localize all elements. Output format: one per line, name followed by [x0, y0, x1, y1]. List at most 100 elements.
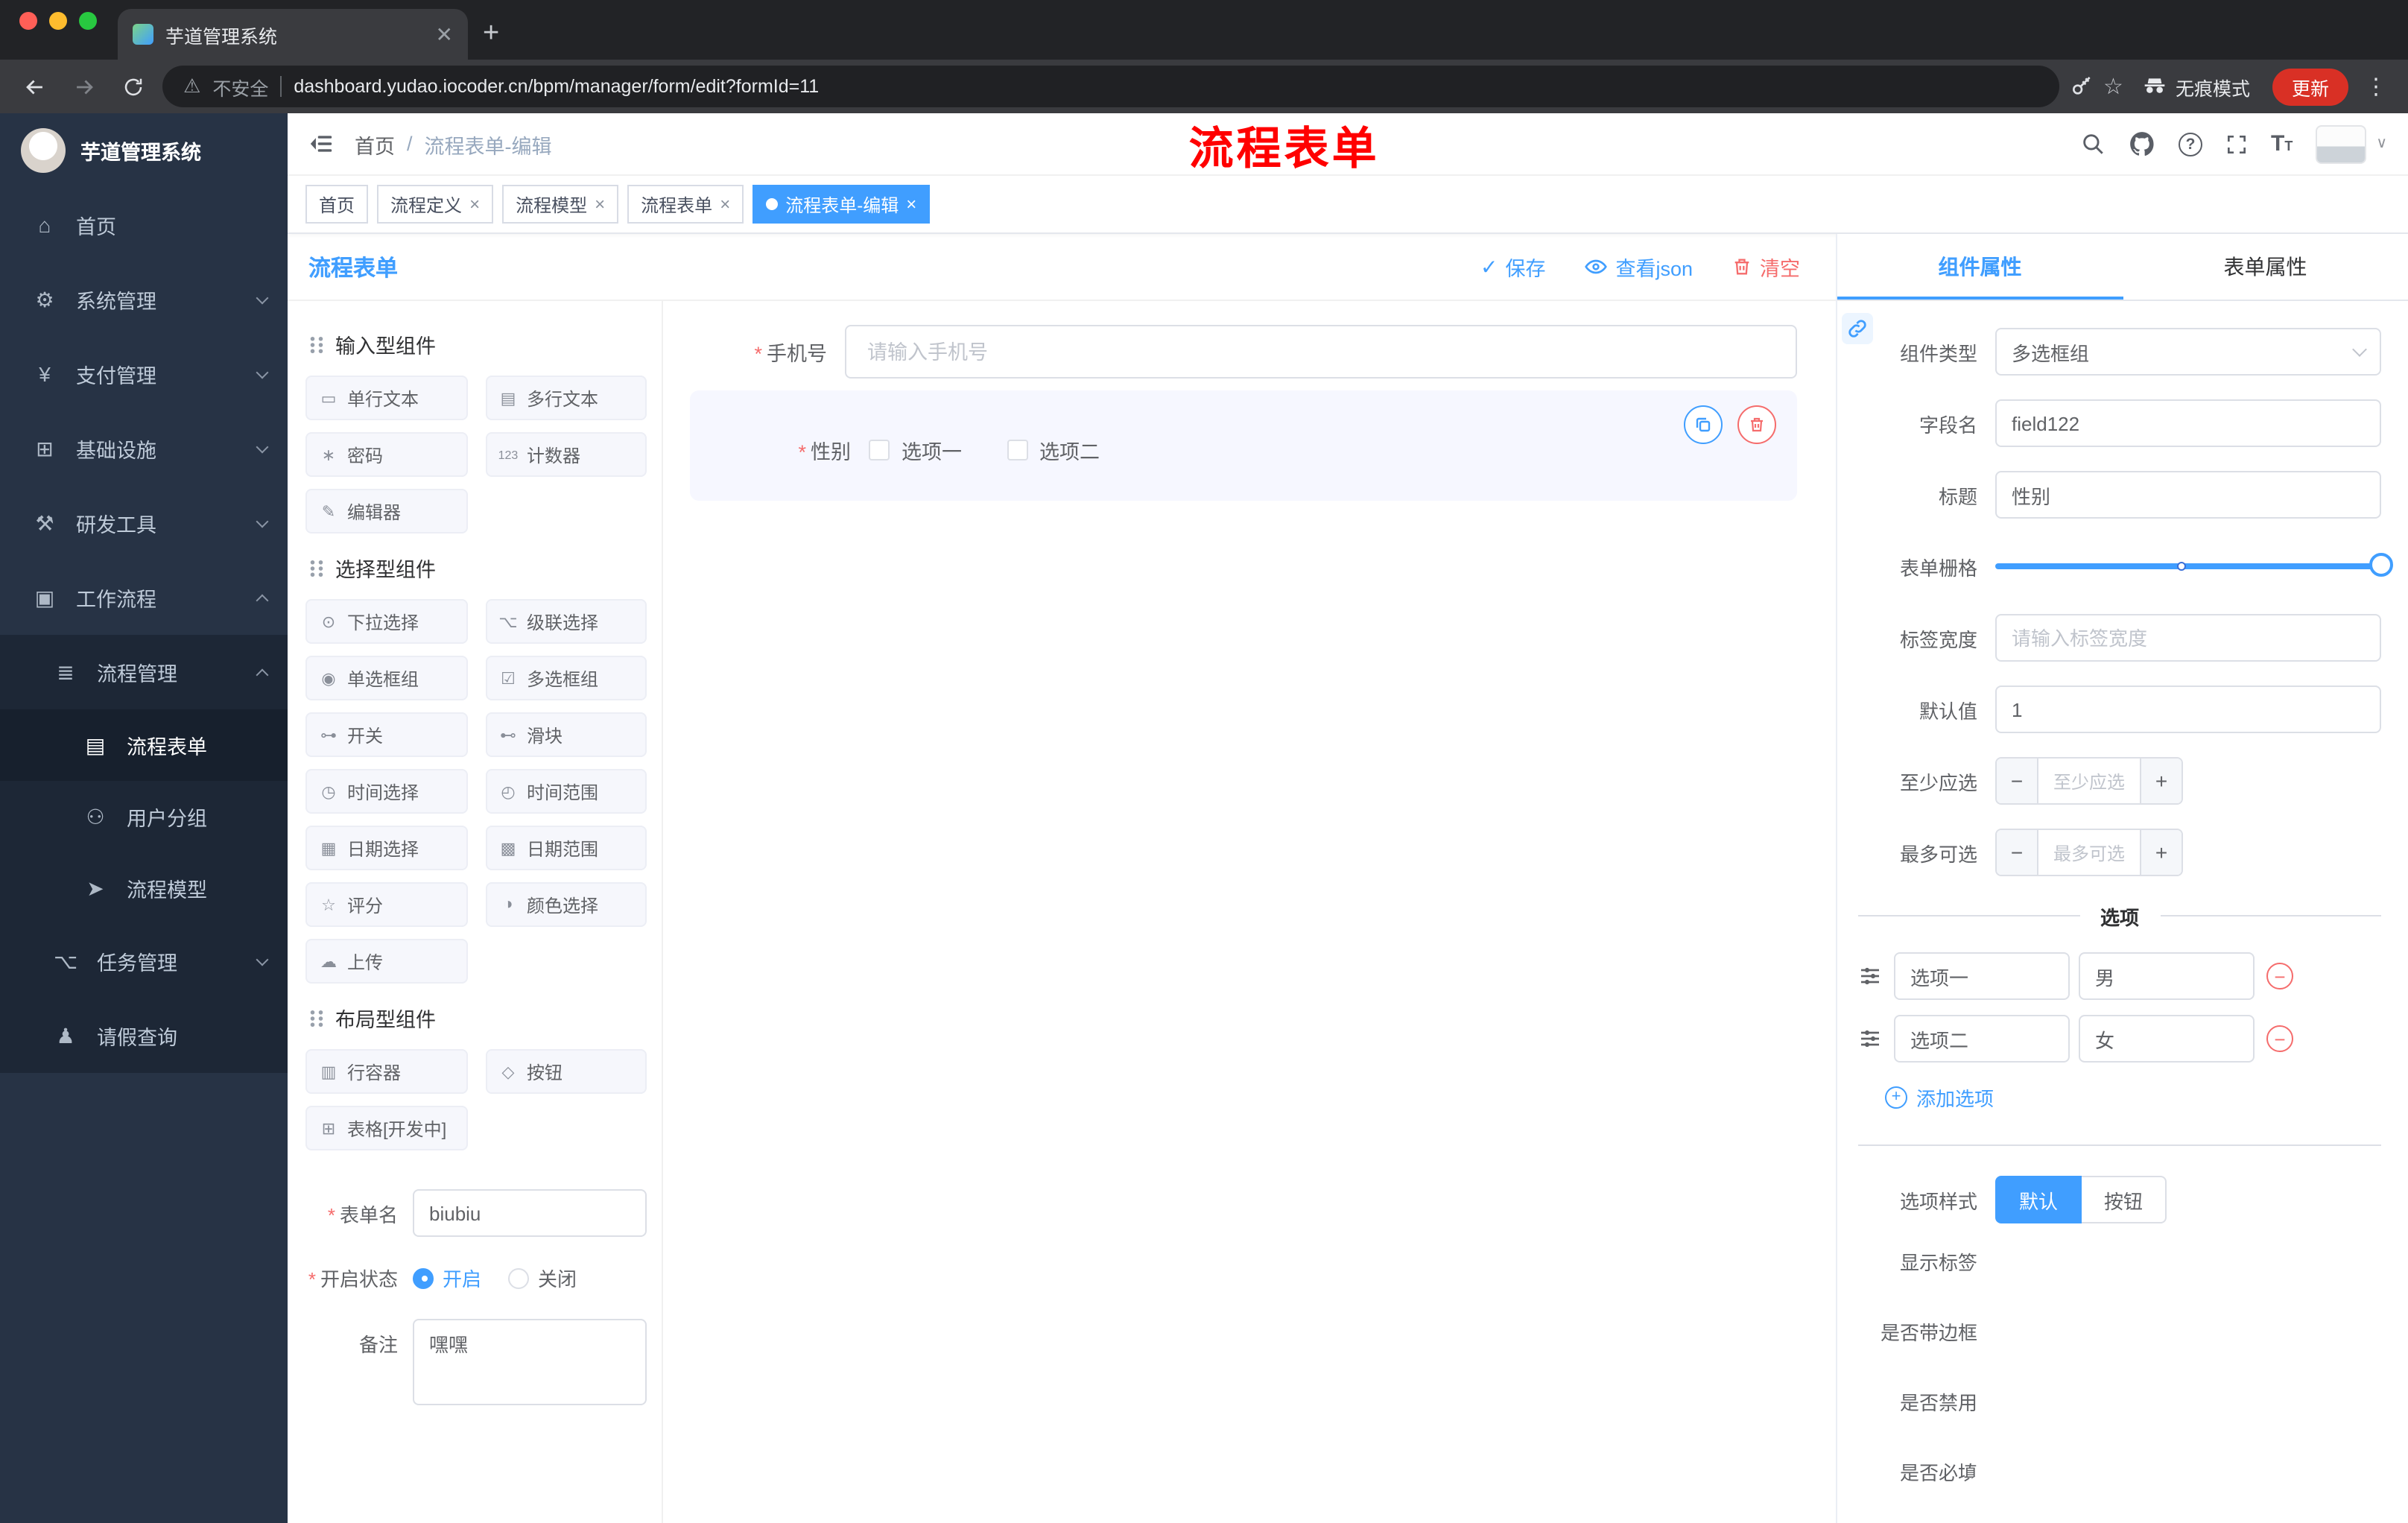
- reload-icon[interactable]: [113, 67, 152, 106]
- form-canvas[interactable]: 手机号: [663, 301, 1836, 1523]
- zoom-window-button[interactable]: [79, 12, 97, 30]
- field-gender-selected[interactable]: 性别 选项一 选项二: [690, 390, 1797, 501]
- app-logo[interactable]: 芋道管理系统: [0, 113, 288, 188]
- component-item-time-picker[interactable]: ◷ 时间选择: [305, 769, 467, 814]
- sidebar-item-task-mgmt[interactable]: ⌥ 任务管理: [0, 924, 288, 998]
- forward-icon[interactable]: [64, 67, 103, 106]
- component-item-row-container[interactable]: ▥ 行容器: [305, 1049, 467, 1094]
- component-item-editor[interactable]: ✎ 编辑器: [305, 489, 467, 533]
- breadcrumb-home[interactable]: 首页: [355, 129, 395, 159]
- url-text[interactable]: dashboard.yudao.iocoder.cn/bpm/manager/f…: [294, 76, 819, 97]
- gender-option-2-checkbox[interactable]: 选项二: [1007, 435, 1100, 465]
- option-drag-icon[interactable]: [1858, 964, 1885, 988]
- address-bar[interactable]: ⚠ 不安全 dashboard.yudao.iocoder.cn/bpm/man…: [162, 66, 2059, 107]
- sidebar-item-workflow[interactable]: ▣ 工作流程: [0, 560, 288, 635]
- option-2-label-input[interactable]: [1894, 1015, 2070, 1063]
- max-select-value[interactable]: 最多可选: [2038, 830, 2140, 875]
- option-1-label-input[interactable]: [1894, 952, 2070, 1000]
- tab-close-icon[interactable]: ✕: [436, 24, 453, 45]
- tag-process-form-edit[interactable]: 流程表单-编辑 ×: [752, 185, 931, 224]
- status-on-radio[interactable]: 开启: [413, 1264, 481, 1292]
- sidebar-item-user-group[interactable]: ⚇ 用户分组: [0, 781, 288, 852]
- component-item-counter[interactable]: 123 计数器: [485, 432, 647, 477]
- link-icon[interactable]: [1842, 313, 1873, 344]
- avatar-caret-icon[interactable]: ∨: [2376, 136, 2387, 152]
- browser-update-button[interactable]: 更新: [2272, 68, 2348, 105]
- option-1-value-input[interactable]: [2079, 952, 2255, 1000]
- sidebar-item-leave-query[interactable]: ♟ 请假查询: [0, 998, 288, 1073]
- tab-form-props[interactable]: 表单属性: [2123, 234, 2408, 300]
- option-drag-icon[interactable]: [1858, 1027, 1885, 1051]
- sidebar-item-devtools[interactable]: ⚒ 研发工具: [0, 486, 288, 560]
- slider-handle[interactable]: [2369, 553, 2393, 577]
- component-type-select[interactable]: 多选框组: [1995, 328, 2381, 376]
- sidebar-item-process-form[interactable]: ▤ 流程表单: [0, 709, 288, 781]
- save-button[interactable]: ✓ 保存: [1480, 252, 1545, 282]
- style-default-button[interactable]: 默认: [1995, 1176, 2082, 1223]
- view-json-button[interactable]: 查看json: [1584, 252, 1693, 282]
- minimize-window-button[interactable]: [49, 12, 67, 30]
- form-grid-slider[interactable]: [1995, 542, 2393, 590]
- copy-component-button[interactable]: [1684, 405, 1723, 444]
- increase-button[interactable]: +: [2140, 830, 2182, 875]
- clear-button[interactable]: 清空: [1731, 252, 1800, 282]
- tag-close-icon[interactable]: ×: [720, 194, 730, 215]
- component-item-slider[interactable]: ⊷ 滑块: [485, 712, 647, 757]
- password-key-icon[interactable]: [2069, 75, 2093, 98]
- component-item-date-range[interactable]: ▩ 日期范围: [485, 826, 647, 870]
- decrease-button[interactable]: −: [1997, 759, 2038, 803]
- font-size-icon[interactable]: TT: [2271, 131, 2293, 156]
- remove-option-button[interactable]: −: [2266, 1025, 2293, 1052]
- component-item-password[interactable]: ∗ 密码: [305, 432, 467, 477]
- tag-close-icon[interactable]: ×: [906, 194, 916, 215]
- style-button-button[interactable]: 按钮: [2082, 1176, 2167, 1223]
- remark-textarea[interactable]: 嘿嘿: [413, 1319, 647, 1405]
- increase-button[interactable]: +: [2140, 759, 2182, 803]
- component-item-select[interactable]: ⊙ 下拉选择: [305, 599, 467, 644]
- title-input[interactable]: [1995, 471, 2381, 519]
- option-2-value-input[interactable]: [2079, 1015, 2255, 1063]
- search-icon[interactable]: [2080, 131, 2106, 156]
- component-item-rate[interactable]: ☆ 评分: [305, 882, 467, 927]
- component-item-upload[interactable]: ☁ 上传: [305, 939, 467, 984]
- remove-option-button[interactable]: −: [2266, 963, 2293, 990]
- min-select-value[interactable]: 至少应选: [2038, 759, 2140, 803]
- component-item-color-picker[interactable]: ◑ 颜色选择: [485, 882, 647, 927]
- tag-process-form[interactable]: 流程表单 ×: [627, 185, 744, 224]
- sidebar-item-process-mgmt[interactable]: ≣ 流程管理: [0, 635, 288, 709]
- github-icon[interactable]: [2128, 130, 2156, 158]
- slider-track[interactable]: [1995, 553, 2393, 577]
- component-item-time-range[interactable]: ◴ 时间范围: [485, 769, 647, 814]
- phone-input[interactable]: [845, 325, 1797, 379]
- tag-close-icon[interactable]: ×: [469, 194, 480, 215]
- gender-option-1-checkbox[interactable]: 选项一: [869, 435, 962, 465]
- component-item-cascader[interactable]: ⌥ 级联选择: [485, 599, 647, 644]
- add-option-button[interactable]: + 添加选项: [1885, 1083, 2381, 1112]
- component-item-multi-text[interactable]: ▤ 多行文本: [485, 376, 647, 420]
- bookmark-star-icon[interactable]: ☆: [2103, 73, 2123, 100]
- fullscreen-icon[interactable]: [2225, 132, 2249, 156]
- tab-component-props[interactable]: 组件属性: [1837, 234, 2123, 300]
- default-value-input[interactable]: [1995, 685, 2381, 733]
- component-item-table[interactable]: ⊞ 表格[开发中]: [305, 1106, 467, 1150]
- tag-process-definition[interactable]: 流程定义 ×: [377, 185, 494, 224]
- browser-tab[interactable]: 芋道管理系统 ✕: [118, 9, 468, 60]
- browser-menu-icon[interactable]: ⋮: [2359, 73, 2393, 100]
- security-label[interactable]: 不安全: [212, 72, 268, 101]
- tag-home[interactable]: 首页: [305, 185, 369, 224]
- close-window-button[interactable]: [19, 12, 37, 30]
- status-off-radio[interactable]: 关闭: [508, 1264, 577, 1292]
- sidebar-item-process-model[interactable]: ➤ 流程模型: [0, 852, 288, 924]
- help-icon[interactable]: ?: [2179, 132, 2202, 156]
- new-tab-button[interactable]: +: [483, 18, 499, 51]
- form-name-input[interactable]: [413, 1189, 647, 1237]
- label-width-input[interactable]: [1995, 614, 2381, 662]
- sidebar-item-infra[interactable]: ⊞ 基础设施: [0, 411, 288, 486]
- back-icon[interactable]: [15, 67, 54, 106]
- field-name-input[interactable]: [1995, 399, 2381, 447]
- field-phone[interactable]: 手机号: [690, 325, 1797, 379]
- sidebar-item-home[interactable]: ⌂ 首页: [0, 188, 288, 262]
- component-item-single-text[interactable]: ▭ 单行文本: [305, 376, 467, 420]
- tag-process-model[interactable]: 流程模型 ×: [502, 185, 619, 224]
- component-item-checkbox-group[interactable]: ☑ 多选框组: [485, 656, 647, 700]
